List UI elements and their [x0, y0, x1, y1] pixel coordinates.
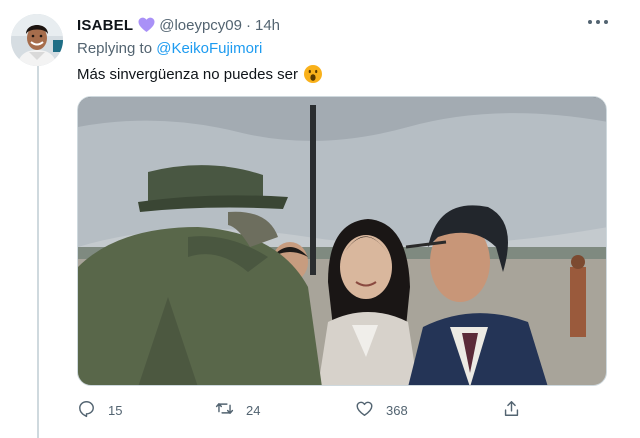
replying-prefix: Replying to [77, 40, 153, 57]
more-dot [588, 20, 592, 24]
purple-heart-emoji-icon [138, 17, 155, 33]
retweet-count: 24 [246, 402, 261, 418]
like-button[interactable]: 368 [355, 400, 408, 420]
reply-button[interactable]: 15 [77, 400, 122, 420]
tweet-text: Más sinvergüenza no puedes ser [77, 64, 323, 84]
action-bar: 15 24 368 [77, 400, 537, 420]
like-count: 368 [386, 402, 408, 418]
avatar[interactable] [11, 14, 63, 66]
separator-dot: · [246, 16, 251, 34]
timestamp[interactable]: 14h [255, 17, 280, 34]
thread-line [37, 66, 39, 438]
reply-count: 15 [108, 402, 123, 418]
more-dot [596, 20, 600, 24]
reply-icon [77, 399, 96, 421]
mention-link[interactable]: @KeikoFujimori [156, 40, 262, 57]
more-dot [604, 20, 608, 24]
share-icon [502, 399, 521, 421]
open-mouth-face-emoji-icon [303, 64, 323, 84]
video-media[interactable] [77, 96, 607, 386]
retweet-icon [215, 399, 234, 421]
tweet-header: ISABEL @loeypcy09 · 14h [77, 15, 280, 35]
display-name[interactable]: ISABEL [77, 17, 133, 34]
handle[interactable]: @loeypcy09 [159, 17, 242, 34]
more-dots-icon[interactable] [588, 15, 608, 29]
share-button[interactable] [502, 400, 521, 420]
like-icon [355, 399, 374, 421]
replying-to-line: Replying to @KeikoFujimori [77, 40, 262, 57]
retweet-button[interactable]: 24 [215, 400, 260, 420]
tweet-text-content: Más sinvergüenza no puedes ser [77, 65, 298, 83]
